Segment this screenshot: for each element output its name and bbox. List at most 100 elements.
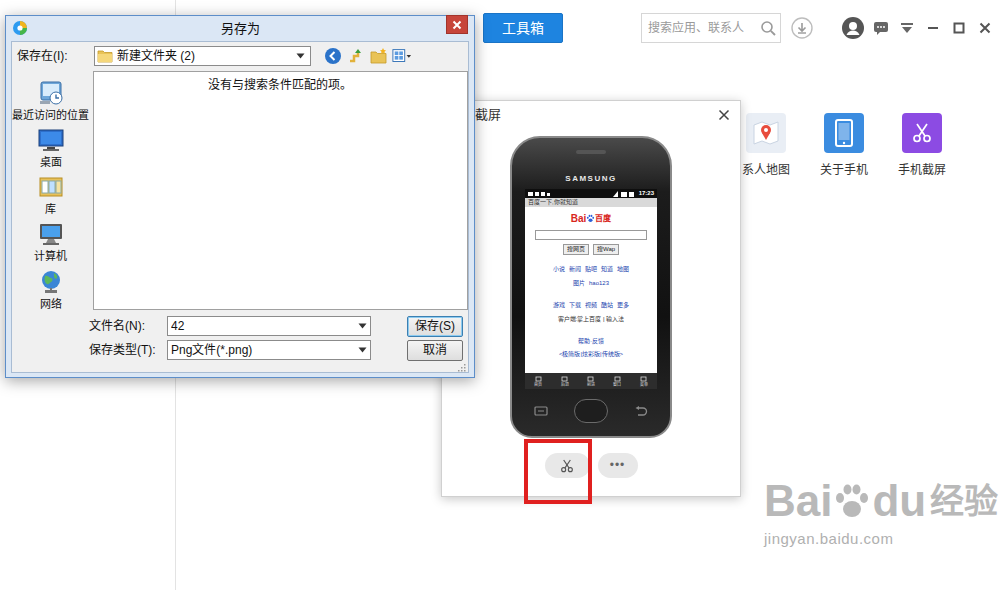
link-row: 帮助·反馈 [553, 337, 629, 345]
page-link[interactable]: 贴吧 [585, 265, 597, 273]
toolbox-button[interactable]: 工具箱 [483, 13, 563, 43]
dialog-title: 另存为 [6, 16, 474, 41]
back-key-icon [634, 406, 648, 416]
close-icon[interactable] [972, 15, 998, 41]
browser-nav-item[interactable]: 前进 [578, 373, 604, 389]
filename-input[interactable] [168, 317, 354, 335]
save-as-dialog: 另存为保存在(I):新建文件夹 (2)最近访问的位置桌面库计算机网络没有与搜索条… [5, 15, 475, 378]
page-link[interactable]: 帮助·反馈 [578, 337, 604, 345]
status-bar: 17:23 [525, 189, 657, 198]
phone-brand: SAMSUNG [512, 174, 670, 184]
up-folder-icon[interactable] [346, 46, 366, 66]
scissors-tool-icon [902, 113, 942, 153]
browser-nav-item[interactable]: 窗口 [604, 373, 630, 389]
save-button[interactable]: 保存(S) [407, 316, 463, 337]
link-row: <极简版|炫彩版|传统版> [553, 350, 629, 358]
window-title: 截屏 [475, 105, 501, 125]
page-link[interactable]: 知道 [601, 265, 613, 273]
folder-icon [97, 49, 113, 63]
message-icon[interactable] [868, 15, 894, 41]
nav-icon [587, 376, 594, 382]
page-link[interactable]: 图片 [573, 279, 585, 287]
web-page: Bai百度搜网页搜Wap 小说新闻贴吧知道地图图片 hao123 游戏下载视频酷站更多… [525, 207, 657, 373]
paw-icon [586, 214, 595, 223]
page-link[interactable]: 新闻 [569, 265, 581, 273]
page-link[interactable]: 下载 [569, 301, 581, 309]
recent-icon [37, 79, 65, 107]
place-item[interactable]: 计算机 [12, 216, 90, 263]
empty-message: 没有与搜索条件匹配的项。 [208, 78, 352, 92]
places-bar: 最近访问的位置桌面库计算机网络 [12, 71, 90, 311]
screenshot-window: 截屏 SAMSUNG 17:23百度一下,你就知道 Bai百度搜网页搜Wap 小说新闻贴… [441, 100, 741, 497]
page-link[interactable]: 客户端:掌上百度 | 输入法 [558, 315, 625, 323]
highlight-frame [524, 439, 592, 504]
maximize-icon[interactable] [946, 15, 972, 41]
nav-icon [640, 376, 647, 382]
page-link[interactable]: 酷站 [601, 301, 613, 309]
link-row: 游戏下载视频酷站更多 [553, 301, 629, 309]
dropdown-icon [292, 47, 308, 65]
screenshot-title-bar: 截屏 [442, 101, 740, 129]
place-item[interactable]: 库 [12, 169, 90, 216]
page-link[interactable]: 更多 [617, 301, 629, 309]
dropdown-icon[interactable] [354, 317, 370, 335]
search-icon[interactable] [760, 20, 776, 36]
close-button[interactable] [446, 15, 468, 34]
download-icon[interactable] [791, 17, 813, 39]
cancel-button[interactable]: 取消 [407, 340, 463, 361]
phone-preview: SAMSUNG 17:23百度一下,你就知道 Bai百度搜网页搜Wap 小说新闻贴吧知… [510, 136, 672, 438]
search-box [641, 13, 781, 43]
view-menu-icon[interactable] [392, 46, 412, 66]
file-list[interactable]: 没有与搜索条件匹配的项。 [93, 71, 468, 310]
minimize-icon[interactable] [920, 15, 946, 41]
browser-nav-item[interactable]: 后退 [551, 373, 577, 389]
signal-icon [613, 191, 635, 197]
map-tool-icon [746, 113, 786, 153]
file-type-combo[interactable]: Png文件(*.png) [167, 340, 371, 360]
dropdown-icon [354, 341, 370, 359]
desktop-icon [37, 126, 65, 154]
page-link[interactable]: 游戏 [553, 301, 565, 309]
filename-field [167, 316, 371, 336]
page-search-button[interactable]: 搜Wap [593, 244, 619, 255]
home-key [574, 399, 608, 423]
location-combo[interactable]: 新建文件夹 (2) [94, 46, 311, 66]
tool-item[interactable]: 手机截屏 [883, 113, 961, 178]
place-item[interactable]: 最近访问的位置 [12, 75, 90, 122]
browser-nav-item[interactable]: 首页 [525, 373, 551, 389]
more-button[interactable]: ••• [598, 453, 638, 478]
tool-item[interactable]: 关于手机 [805, 113, 883, 178]
place-item[interactable]: 桌面 [12, 122, 90, 169]
notification-icon [528, 191, 558, 197]
phone-screen: 17:23百度一下,你就知道 Bai百度搜网页搜Wap 小说新闻贴吧知道地图图片 ha… [525, 189, 657, 389]
page-link[interactable]: 地图 [617, 265, 629, 273]
computer-icon [37, 220, 65, 248]
avatar-icon[interactable] [838, 15, 868, 41]
page-link[interactable]: 小说 [553, 265, 565, 273]
dialog-title-bar: 另存为 [6, 16, 474, 41]
page-search-button[interactable]: 搜网页 [563, 244, 589, 255]
page-link[interactable]: <极简版|炫彩版|传统版> [559, 350, 623, 358]
browser-nav-bar: 首页后退前进窗口菜单 [525, 373, 657, 389]
browser-nav-item[interactable]: 菜单 [631, 373, 657, 389]
menu-icon[interactable] [894, 15, 920, 41]
type-label: 保存类型(T): [89, 341, 167, 359]
page-title: 百度一下,你就知道 [525, 198, 657, 207]
page-link[interactable]: 视频 [585, 301, 597, 309]
phone-tool-icon [824, 113, 864, 153]
capture-button[interactable] [545, 453, 590, 478]
back-icon[interactable] [323, 46, 343, 66]
new-folder-icon[interactable] [369, 46, 389, 66]
clock: 17:23 [639, 189, 654, 198]
close-icon[interactable] [714, 105, 734, 125]
app-icon [12, 20, 28, 36]
nav-icon [561, 376, 568, 382]
link-row: 客户端:掌上百度 | 输入法 [553, 315, 629, 323]
search-input[interactable] [648, 19, 760, 37]
nav-icon [614, 376, 621, 382]
place-item[interactable]: 网络 [12, 263, 90, 310]
page-link[interactable]: hao123 [589, 279, 609, 287]
filename-label: 文件名(N): [89, 317, 167, 335]
baidu-logo: Bai百度 [571, 212, 612, 225]
page-search-field[interactable] [535, 230, 647, 240]
